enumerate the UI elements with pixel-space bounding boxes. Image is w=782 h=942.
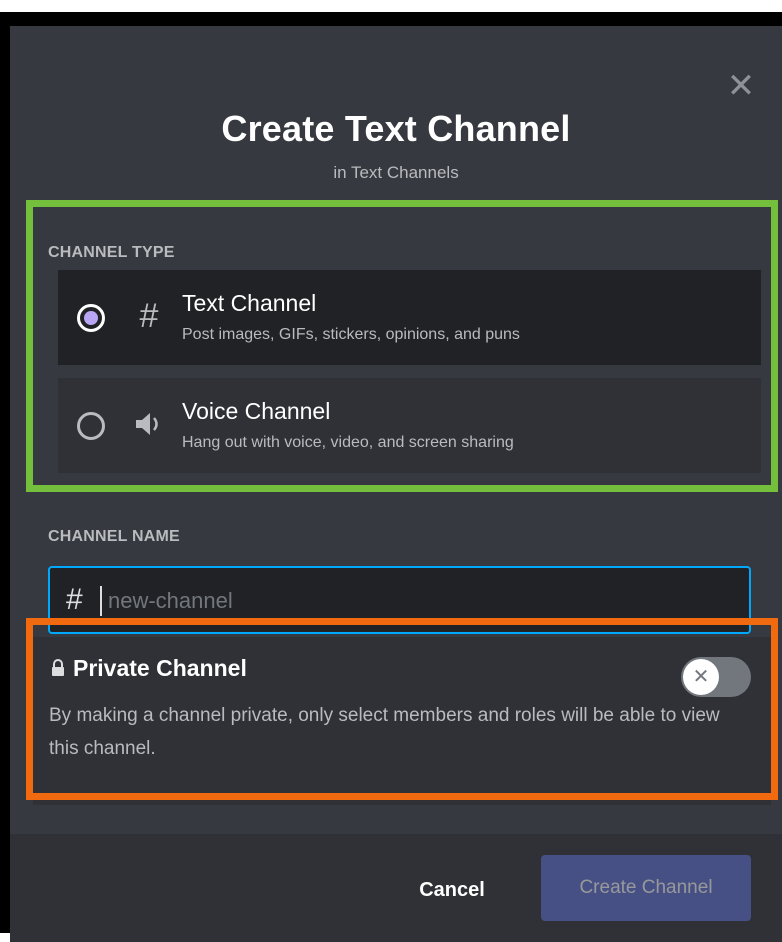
modal-subtitle: in Text Channels (333, 163, 459, 182)
channel-name-label: CHANNEL NAME (48, 528, 180, 545)
hash-prefix-icon: # (66, 583, 83, 616)
screenshot-frame: ✕ Create Text Channel in Text Channels C… (0, 12, 782, 942)
create-channel-button[interactable]: Create Channel (541, 855, 751, 921)
modal-title: Create Text Channel (221, 108, 571, 149)
channel-name-input[interactable] (106, 582, 710, 620)
channel-type-highlight (26, 200, 778, 492)
private-channel-highlight (26, 618, 778, 800)
cancel-button[interactable]: Cancel (402, 872, 502, 908)
close-icon[interactable]: ✕ (723, 68, 759, 104)
text-caret (100, 586, 102, 616)
